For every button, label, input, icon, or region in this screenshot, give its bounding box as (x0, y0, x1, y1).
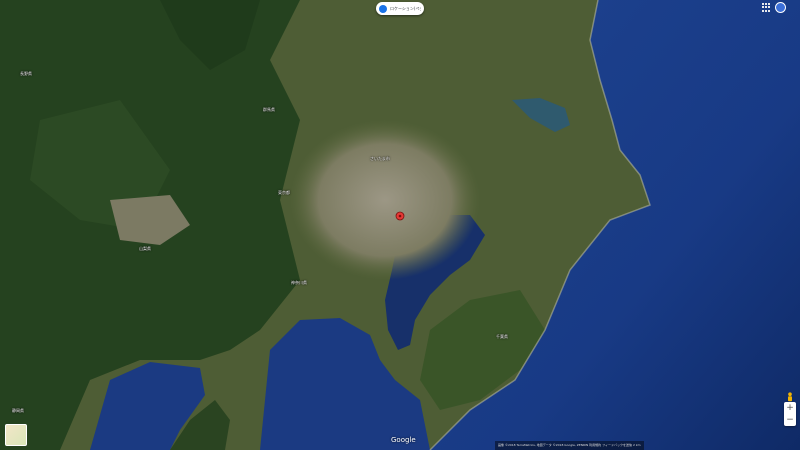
label-chiba: 千葉県 (496, 334, 508, 339)
label-gunma: 群馬県 (263, 107, 275, 112)
layers-thumbnail-icon[interactable] (5, 424, 27, 446)
map-imagery[interactable] (0, 0, 800, 450)
zoom-in-button[interactable]: + (784, 402, 796, 414)
account-avatar-icon[interactable] (775, 2, 786, 13)
location-marker-icon (395, 211, 405, 221)
location-chip[interactable]: ロケーション(ペグの場所) (376, 2, 424, 15)
satellite-map[interactable]: 長野県 群馬県 さいたま市 東京都 山梨県 神奈川県 千葉県 静岡県 (0, 0, 800, 450)
tokyo-urban-area (290, 120, 480, 280)
zoom-out-button[interactable]: − (784, 414, 796, 426)
apps-grid-icon[interactable] (762, 3, 771, 12)
map-attribution[interactable]: 画像 ©2018 TerraMetrics, 地図データ ©2018 Googl… (495, 441, 644, 450)
label-tokyo: 東京都 (278, 190, 290, 195)
location-dot-icon (379, 4, 387, 13)
label-shizuoka: 静岡県 (12, 408, 24, 413)
label-saitama: さいたま市 (370, 156, 390, 161)
zoom-control[interactable]: + − (784, 402, 796, 426)
label-kanagawa: 神奈川県 (291, 280, 307, 285)
label-yamanashi: 山梨県 (139, 246, 151, 251)
street-view-pegman-icon[interactable] (785, 388, 795, 402)
label-nagano: 長野県 (20, 71, 32, 76)
google-logo: Google (391, 436, 416, 444)
location-chip-text: ロケーション(ペグの場所) (390, 5, 421, 11)
